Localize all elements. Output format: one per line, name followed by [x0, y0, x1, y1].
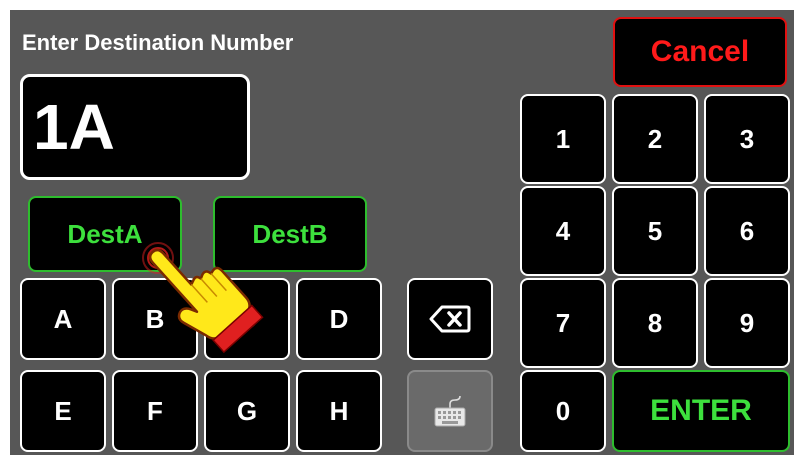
keyboard-button[interactable] [407, 370, 493, 452]
key-4[interactable]: 4 [520, 186, 606, 276]
key-g[interactable]: G [204, 370, 290, 452]
enter-button[interactable]: ENTER [612, 370, 790, 452]
dest-a-button[interactable]: DestA [28, 196, 182, 272]
destination-entry-screen: Enter Destination Number 1A Cancel DestA… [10, 10, 794, 455]
key-7[interactable]: 7 [520, 278, 606, 368]
page-title: Enter Destination Number [22, 30, 294, 55]
backspace-button[interactable] [407, 278, 493, 360]
key-b[interactable]: B [112, 278, 198, 360]
destination-display: 1A [20, 74, 250, 180]
cancel-button[interactable]: Cancel [613, 17, 787, 87]
keyboard-icon [434, 395, 466, 427]
key-1[interactable]: 1 [520, 94, 606, 184]
key-e[interactable]: E [20, 370, 106, 452]
dest-b-button[interactable]: DestB [213, 196, 367, 272]
key-6[interactable]: 6 [704, 186, 790, 276]
key-f[interactable]: F [112, 370, 198, 452]
key-9[interactable]: 9 [704, 278, 790, 368]
key-0[interactable]: 0 [520, 370, 606, 452]
key-8[interactable]: 8 [612, 278, 698, 368]
key-c[interactable]: C [204, 278, 290, 360]
key-d[interactable]: D [296, 278, 382, 360]
key-5[interactable]: 5 [612, 186, 698, 276]
key-h[interactable]: H [296, 370, 382, 452]
key-3[interactable]: 3 [704, 94, 790, 184]
key-a[interactable]: A [20, 278, 106, 360]
backspace-icon [429, 305, 471, 333]
key-2[interactable]: 2 [612, 94, 698, 184]
